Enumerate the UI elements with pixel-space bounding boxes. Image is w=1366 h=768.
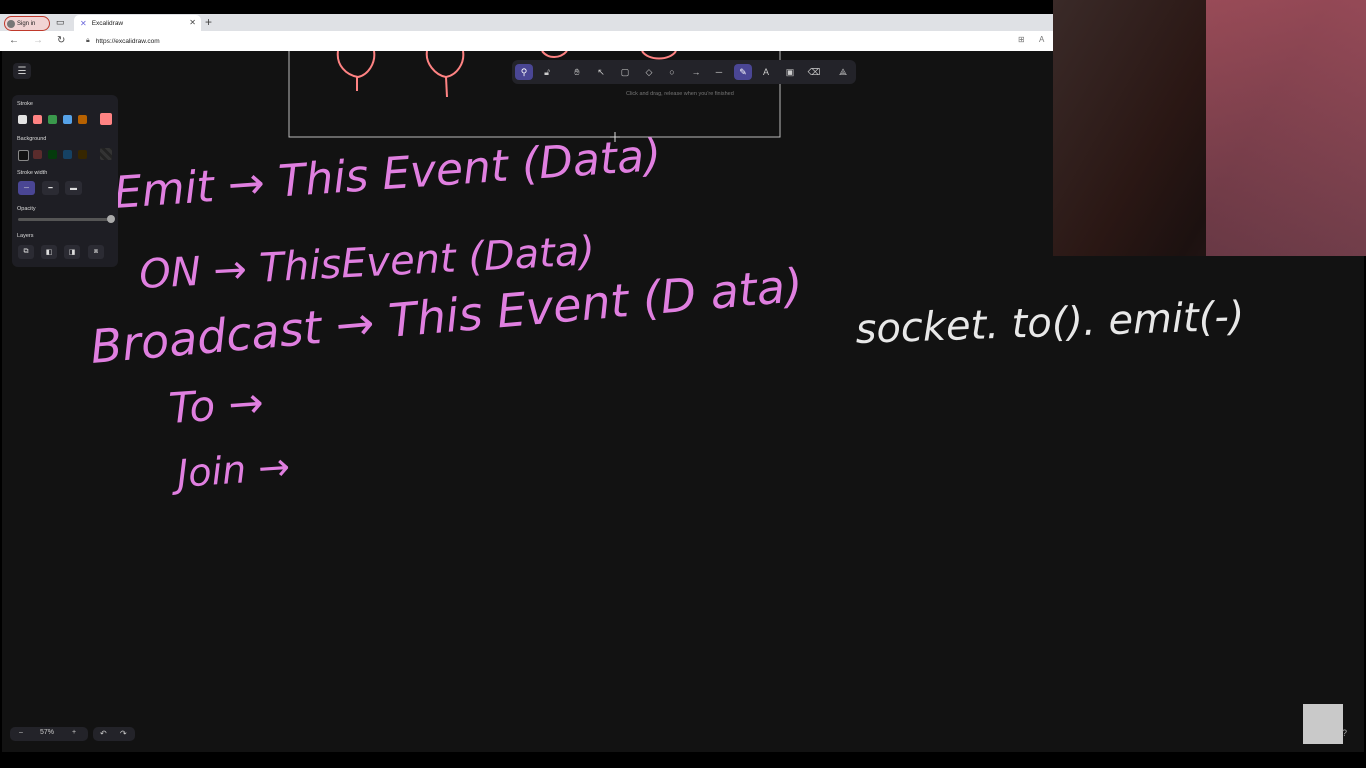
text-icon[interactable]: A	[757, 64, 775, 80]
back-icon[interactable]: ←	[9, 35, 19, 46]
signin-button[interactable]: Sign in	[4, 16, 50, 31]
browser-chrome: Sign in ▭ ✕ Excalidraw ✕ + ← → ↻ 🔒︎ http…	[0, 14, 1053, 51]
stroke-width-thin[interactable]: ─	[18, 181, 35, 195]
zoom-out-button[interactable]: –	[19, 729, 23, 736]
ellipse-icon[interactable]: ○	[663, 64, 681, 80]
handwriting-socket: socket. to(). emit(-)	[855, 293, 1245, 353]
bring-to-front-icon[interactable]: ⧈	[88, 245, 104, 259]
send-to-back-icon[interactable]: ⧉	[18, 245, 34, 259]
undo-icon[interactable]: ↶	[100, 729, 107, 738]
pencil-icon[interactable]: ✎	[734, 64, 752, 80]
main-menu-button[interactable]: ☰	[13, 63, 31, 79]
stroke-swatch-3[interactable]	[48, 115, 57, 124]
zoom-level[interactable]: 57%	[40, 729, 54, 736]
handwriting-emit: Emit → This Event (Data)	[112, 130, 663, 219]
excalidraw-favicon-icon: ✕	[80, 18, 87, 28]
background-swatch-1[interactable]	[18, 150, 29, 161]
profile-icon	[7, 19, 15, 28]
presenter-thumbnail	[1303, 704, 1343, 744]
tab-strip: Sign in ▭ ✕ Excalidraw ✕ +	[0, 14, 1053, 31]
background-swatch-4[interactable]	[63, 150, 72, 159]
nav-bar: ← → ↻ 🔒︎ https://excalidraw.com ⊞ A	[0, 31, 1053, 51]
send-backward-icon[interactable]: ◧	[41, 245, 57, 259]
tool-hint: Click and drag, release when you're fini…	[626, 91, 734, 97]
app-icon[interactable]: ⊞	[1018, 35, 1025, 44]
background-swatch-2[interactable]	[33, 150, 42, 159]
layers-label: Layers	[17, 233, 34, 239]
handwriting-join: Join →	[169, 444, 292, 496]
read-aloud-icon[interactable]: A	[1039, 35, 1044, 44]
eraser-icon[interactable]: ⌫	[805, 64, 823, 80]
background-swatch-3[interactable]	[48, 150, 57, 159]
excalidraw-toolbar: ⚲ 🔓︎ ✋︎ ↖ ▢ ◇ ○ → ─ ✎ A ▣ ⌫ ⟁	[512, 60, 856, 84]
hand-icon[interactable]: ✋︎	[568, 64, 586, 80]
hamburger-icon: ☰	[17, 65, 27, 77]
lock-icon[interactable]: 🔓︎	[538, 64, 556, 80]
image-icon[interactable]: ▣	[781, 64, 799, 80]
background-label: Background	[17, 136, 47, 142]
background-swatch-5[interactable]	[78, 150, 87, 159]
select-icon[interactable]: ↖	[592, 64, 610, 80]
help-icon[interactable]: ?	[1342, 728, 1347, 738]
opacity-slider[interactable]	[18, 218, 110, 221]
stroke-swatch-2[interactable]	[33, 115, 42, 124]
pin-stem	[445, 76, 448, 98]
url-text: https://excalidraw.com	[95, 37, 160, 45]
stroke-label: Stroke	[17, 101, 33, 107]
undo-redo-controls: ↶ ↷	[93, 727, 135, 741]
pin-shape	[641, 51, 677, 60]
stroke-selected-swatch[interactable]	[100, 113, 112, 125]
zoom-controls: – 57% +	[10, 727, 88, 741]
bring-forward-icon[interactable]: ◨	[64, 245, 80, 259]
address-bar[interactable]: 🔒︎ https://excalidraw.com	[82, 34, 1032, 48]
pin-shape	[425, 51, 465, 79]
stroke-width-label: Stroke width	[17, 170, 48, 176]
pin-shape	[541, 51, 568, 58]
signin-label: Sign in	[17, 20, 36, 27]
forward-icon[interactable]: →	[33, 35, 43, 46]
refresh-icon[interactable]: ↻	[57, 35, 65, 46]
properties-panel: Stroke Background Stroke width ─ ━ ▬ Opa…	[12, 95, 118, 267]
line-icon[interactable]: ─	[710, 64, 728, 80]
background-transparent-swatch[interactable]	[100, 148, 112, 160]
opacity-slider-knob[interactable]	[107, 215, 115, 223]
webcam-overlay	[1053, 0, 1366, 256]
handwriting-to: To →	[167, 377, 265, 432]
stroke-width-bold[interactable]: ━	[42, 181, 59, 195]
zoom-in-button[interactable]: +	[72, 729, 76, 736]
webcam-background	[1206, 0, 1366, 256]
stroke-width-extra-bold[interactable]: ▬	[65, 181, 82, 195]
tab-actions-icon[interactable]: ▭	[56, 17, 66, 27]
tab-title: Excalidraw	[91, 19, 124, 27]
lock-icon: 🔒︎	[86, 37, 90, 44]
redo-icon[interactable]: ↷	[120, 729, 127, 738]
pin-shape	[336, 51, 376, 79]
arrow-icon[interactable]: →	[687, 64, 705, 80]
tab-excalidraw[interactable]: ✕ Excalidraw ✕	[74, 15, 201, 31]
bottom-letterbox	[0, 752, 1366, 768]
stroke-swatch-5[interactable]	[78, 115, 87, 124]
new-tab-icon[interactable]: +	[205, 15, 212, 29]
rectangle-icon[interactable]: ▢	[616, 64, 634, 80]
close-tab-icon[interactable]: ✕	[189, 18, 196, 27]
stroke-swatch-4[interactable]	[63, 115, 72, 124]
library-icon[interactable]: ⟁	[834, 64, 852, 80]
stroke-swatch-1[interactable]	[18, 115, 27, 124]
opacity-label: Opacity	[17, 206, 36, 212]
diamond-icon[interactable]: ◇	[640, 64, 658, 80]
tool-lock-toggle[interactable]: ⚲	[515, 64, 533, 80]
